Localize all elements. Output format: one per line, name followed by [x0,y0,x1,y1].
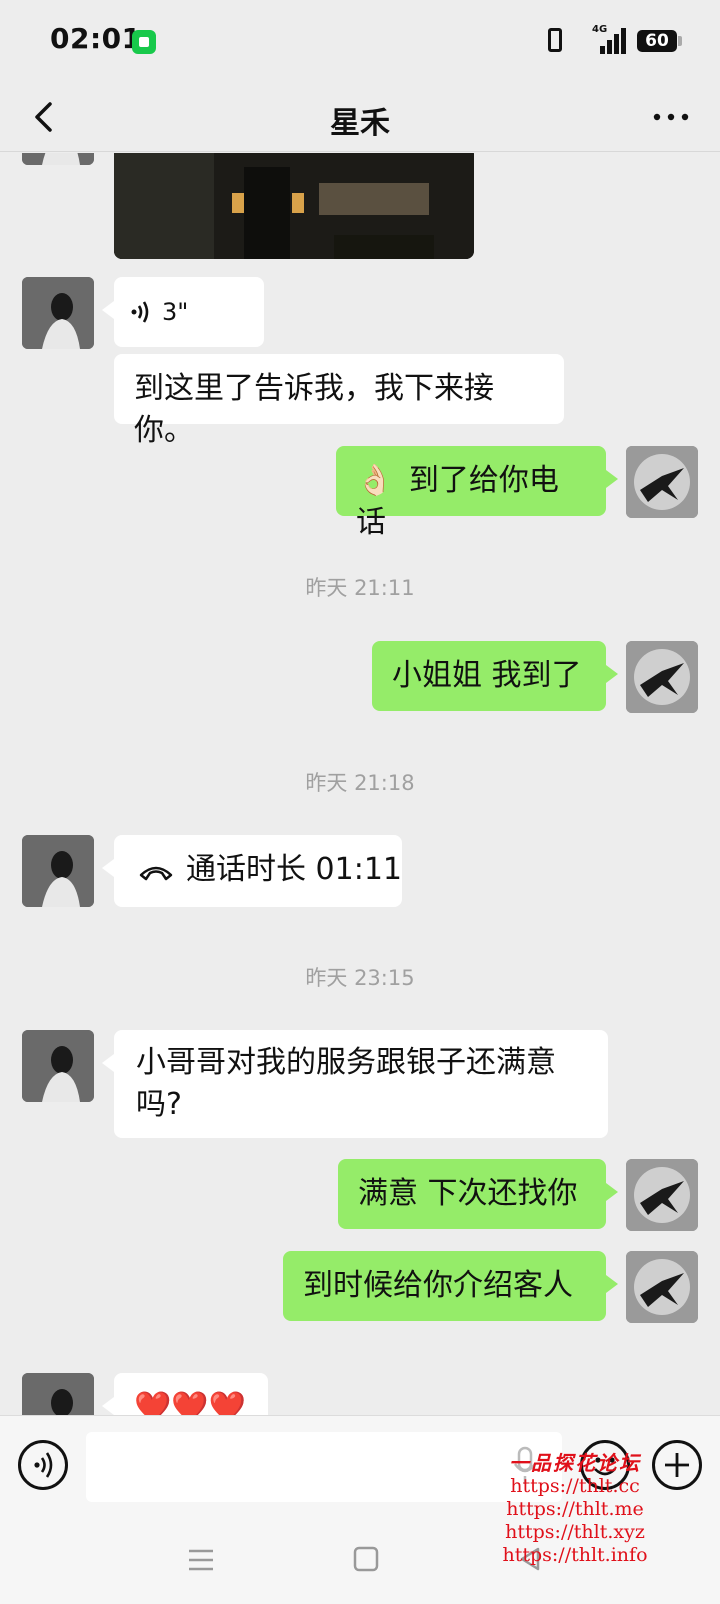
status-time: 02:01 [50,22,142,55]
status-bar: 02:01 4G 60 [0,0,720,82]
photo-message[interactable] [114,153,474,259]
message-bubble[interactable]: ❤️❤️❤️ [102,1373,268,1415]
message-text: 到这里了告诉我，我下来接你。 [134,371,494,448]
menu-icon[interactable] [186,1545,216,1575]
vibrate-icon [548,28,562,52]
voice-wave-icon [131,301,149,323]
watermark-url: https://thlt.info [502,1544,648,1566]
network-type: 4G [592,24,608,35]
contact-avatar[interactable] [22,277,94,349]
voice-message[interactable]: 3" [102,277,264,347]
message-text: 小哥哥对我的服务跟银子还满意吗? [136,1045,556,1122]
watermark: 一品探花论坛 https://thlt.cc https://thlt.me h… [490,1452,660,1567]
message-text: 小姐姐 我到了 [392,658,582,693]
signal-icon: 4G [592,24,628,54]
call-record-message[interactable]: 通话时长 01:11 [102,835,402,907]
hearts-emoji: ❤️❤️❤️ [134,1390,247,1415]
my-avatar[interactable] [626,1159,698,1231]
battery-icon: 60 [637,30,682,52]
app-notification-icon [132,30,156,54]
chat-title: 星禾 [330,106,390,141]
message-bubble[interactable]: 小姐姐 我到了 [372,641,618,711]
ok-emoji: 👌🏻 [356,463,394,498]
message-bubble[interactable]: 满意 下次还找你 [338,1159,618,1229]
voice-duration: 3" [162,298,189,326]
timestamp: 昨天 21:11 [305,576,415,600]
contact-avatar[interactable] [22,1030,94,1102]
more-options-icon[interactable] [648,94,694,140]
message-bubble[interactable]: 👌🏻 到了给你电话 [336,446,618,540]
watermark-url: https://thlt.me [506,1498,644,1520]
my-avatar[interactable] [626,641,698,713]
message-text: 到时候给你介绍客人 [303,1268,573,1303]
timestamp: 昨天 21:18 [305,771,415,795]
message-bubble[interactable]: 小哥哥对我的服务跟银子还满意吗? [102,1030,608,1138]
contact-avatar[interactable] [22,153,94,165]
home-icon[interactable] [352,1545,380,1573]
timestamp: 昨天 23:15 [305,966,415,990]
watermark-url: https://thlt.cc [510,1475,640,1497]
contact-avatar[interactable] [22,835,94,907]
my-avatar[interactable] [626,446,698,518]
phone-hangup-icon [139,866,173,881]
message-bubble[interactable]: 到这里了告诉我，我下来接你。 [114,354,564,448]
call-duration-text: 通话时长 01:11 [186,852,402,887]
message-bubble[interactable]: 到时候给你介绍客人 [283,1251,618,1321]
voice-input-toggle-icon[interactable] [18,1440,68,1490]
chat-messages[interactable]: 3" 到这里了告诉我，我下来接你。 👌🏻 到了给你电话 昨天 21:11 小姐姐… [0,153,720,1415]
watermark-url: https://thlt.xyz [505,1521,645,1543]
chat-header: 星禾 [0,82,720,152]
message-text: 满意 下次还找你 [358,1176,578,1211]
contact-avatar[interactable] [22,1373,94,1415]
watermark-title: 一品探花论坛 [509,1451,641,1475]
my-avatar[interactable] [626,1251,698,1323]
